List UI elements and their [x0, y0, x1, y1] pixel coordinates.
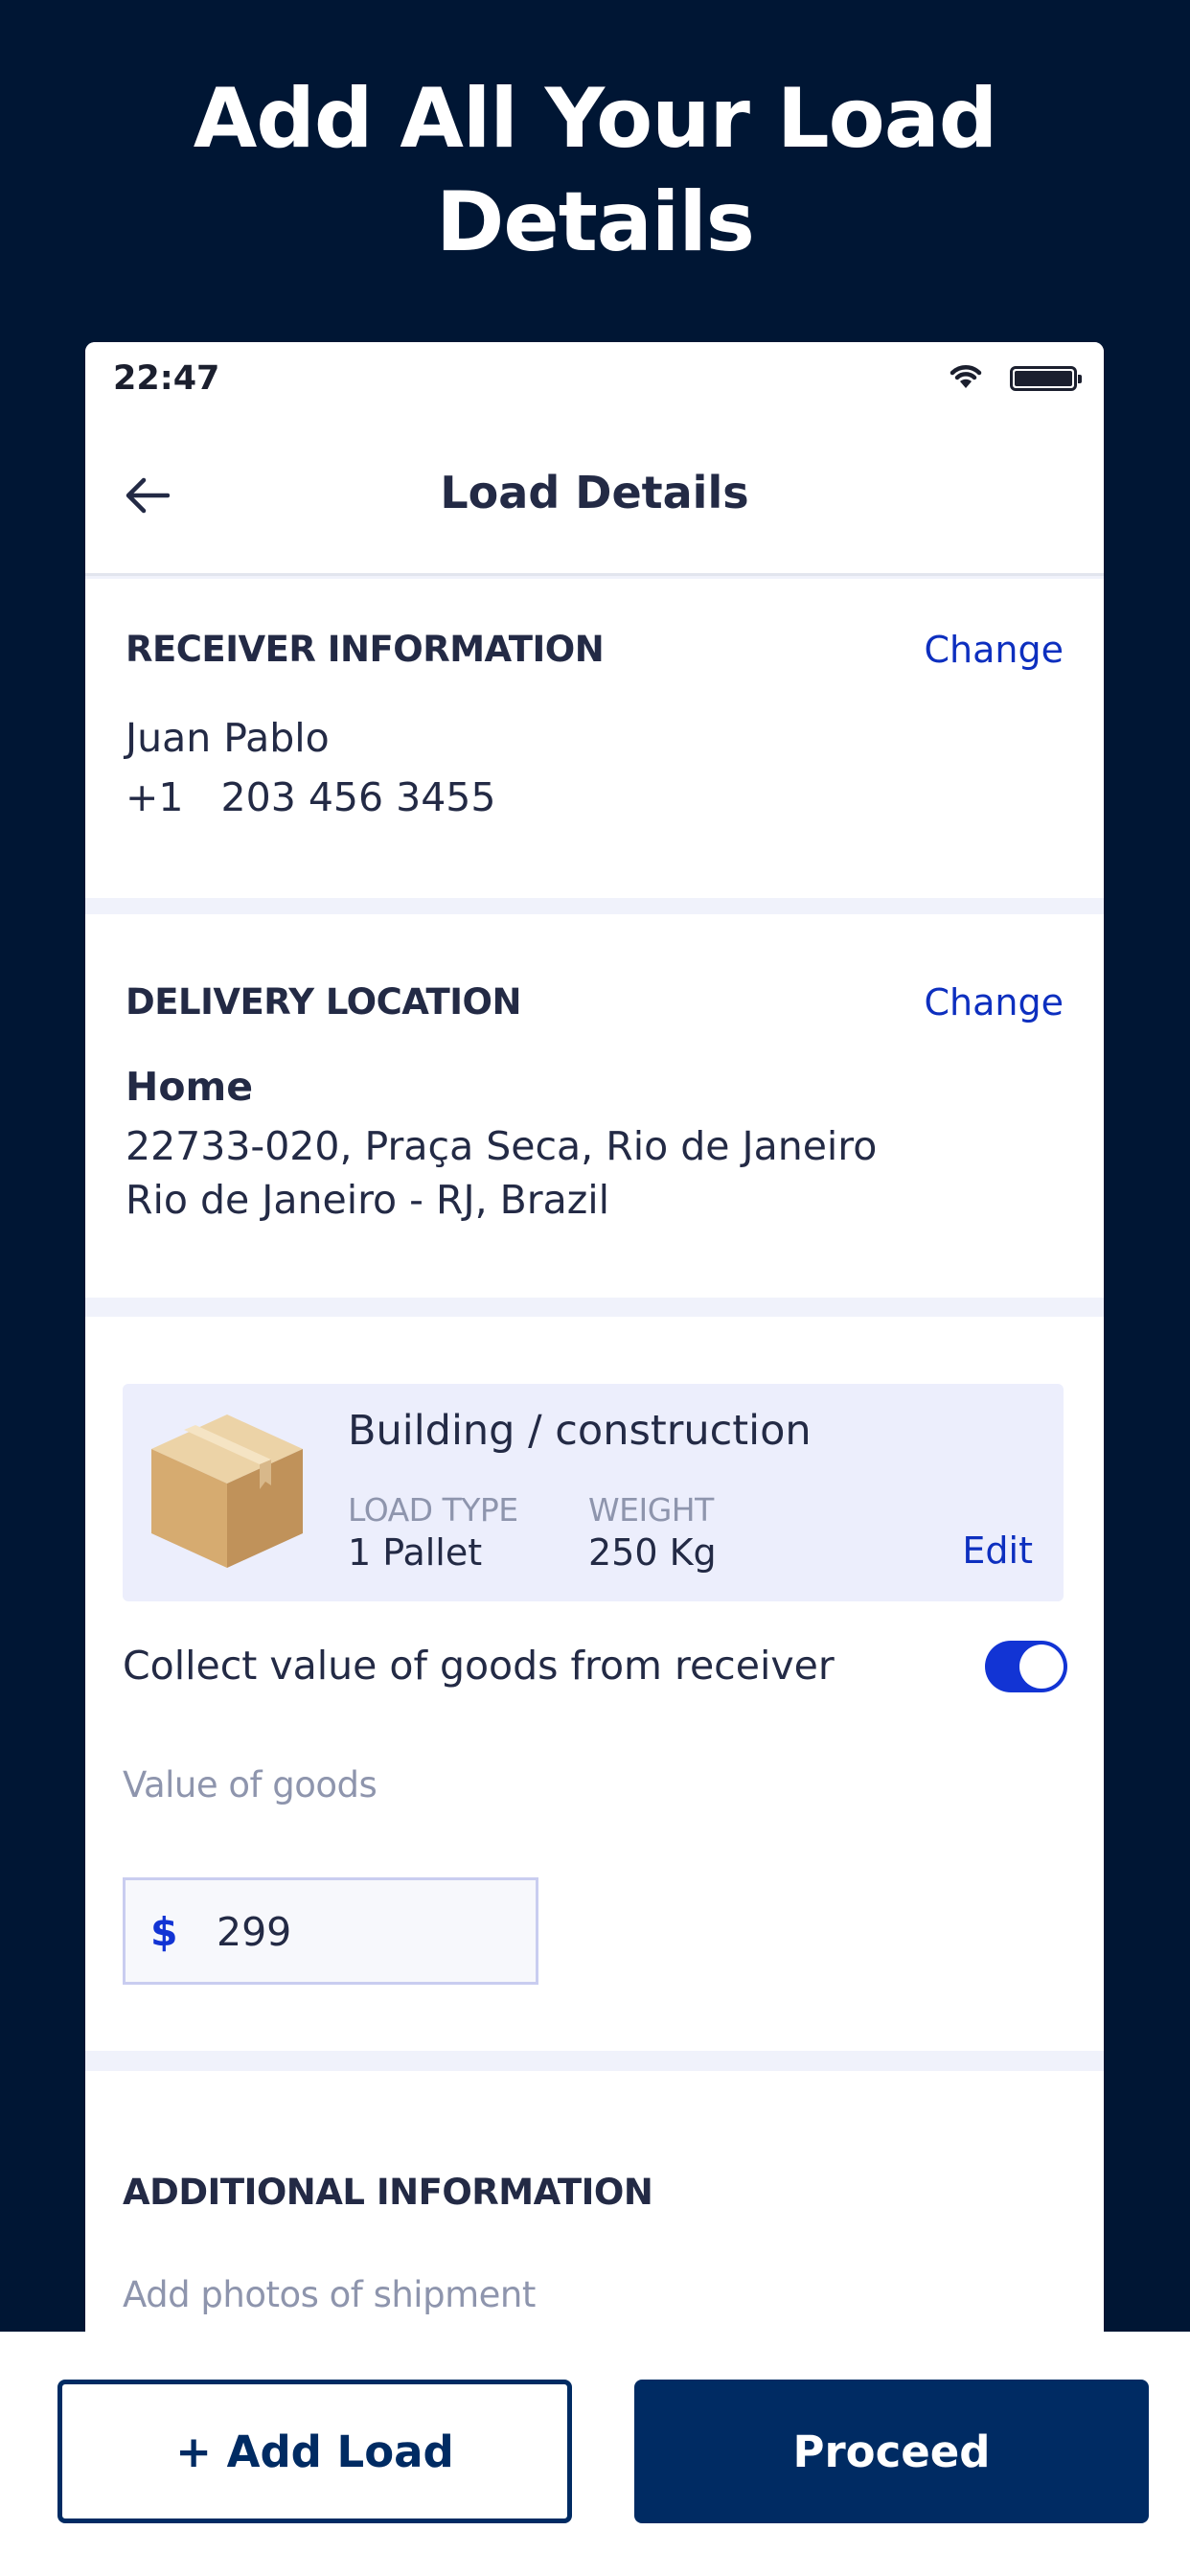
battery-icon — [1010, 366, 1082, 391]
delivery-address-line-2: Rio de Janeiro - RJ, Brazil — [126, 1177, 610, 1223]
phone-screen: 22:47 Load Details RECEIVER INFORMATION … — [85, 342, 1104, 2335]
package-box-icon — [151, 1414, 303, 1568]
collect-value-label: Collect value of goods from receiver — [123, 1643, 835, 1689]
delivery-address-line-1: 22733-020, Praça Seca, Rio de Janeiro — [126, 1123, 878, 1169]
collect-value-toggle[interactable] — [985, 1641, 1067, 1692]
change-delivery-link[interactable]: Change — [925, 981, 1064, 1024]
load-type-value: 1 Pallet — [348, 1531, 483, 1574]
load-section: Building / construction LOAD TYPE 1 Pall… — [85, 1317, 1104, 2051]
additional-heading: ADDITIONAL INFORMATION — [123, 2172, 653, 2213]
change-receiver-link[interactable]: Change — [925, 629, 1064, 671]
delivery-section: DELIVERY LOCATION Change Home 22733-020,… — [85, 914, 1104, 1298]
load-title: Building / construction — [348, 1407, 812, 1455]
edit-load-link[interactable]: Edit — [962, 1530, 1033, 1572]
receiver-section: RECEIVER INFORMATION Change Juan Pablo +… — [85, 579, 1104, 898]
headline-line-1: Add All Your Load — [193, 71, 998, 167]
additional-section: ADDITIONAL INFORMATION Add photos of shi… — [85, 2071, 1104, 2335]
page-title: Load Details — [440, 467, 749, 518]
receiver-heading: RECEIVER INFORMATION — [126, 629, 605, 670]
weight-label: WEIGHT — [588, 1491, 714, 1529]
currency-symbol: $ — [150, 1909, 178, 1955]
value-of-goods-label: Value of goods — [123, 1764, 378, 1806]
receiver-phone: +1 203 456 3455 — [126, 774, 496, 820]
headline-line-2: Details — [435, 174, 755, 270]
delivery-place-name: Home — [126, 1064, 254, 1110]
add-load-button[interactable]: + Add Load — [57, 2380, 572, 2523]
marketing-headline: Add All Your Load Details — [0, 67, 1190, 274]
status-bar: 22:47 — [85, 342, 1104, 413]
add-photos-label[interactable]: Add photos of shipment — [123, 2274, 536, 2315]
delivery-heading: DELIVERY LOCATION — [126, 981, 521, 1023]
receiver-name: Juan Pablo — [126, 715, 330, 761]
wifi-icon — [950, 365, 982, 388]
value-of-goods-value: 299 — [217, 1909, 292, 1955]
load-type-label: LOAD TYPE — [348, 1491, 518, 1529]
proceed-button[interactable]: Proceed — [634, 2380, 1149, 2523]
value-of-goods-input[interactable]: $ 299 — [123, 1877, 538, 1985]
status-time: 22:47 — [113, 359, 220, 398]
toggle-knob — [1019, 1644, 1064, 1689]
weight-value: 250 Kg — [588, 1531, 717, 1574]
load-card: Building / construction LOAD TYPE 1 Pall… — [123, 1384, 1064, 1601]
nav-bar: Load Details — [85, 413, 1104, 576]
bottom-action-bar: + Add Load Proceed — [0, 2332, 1190, 2576]
